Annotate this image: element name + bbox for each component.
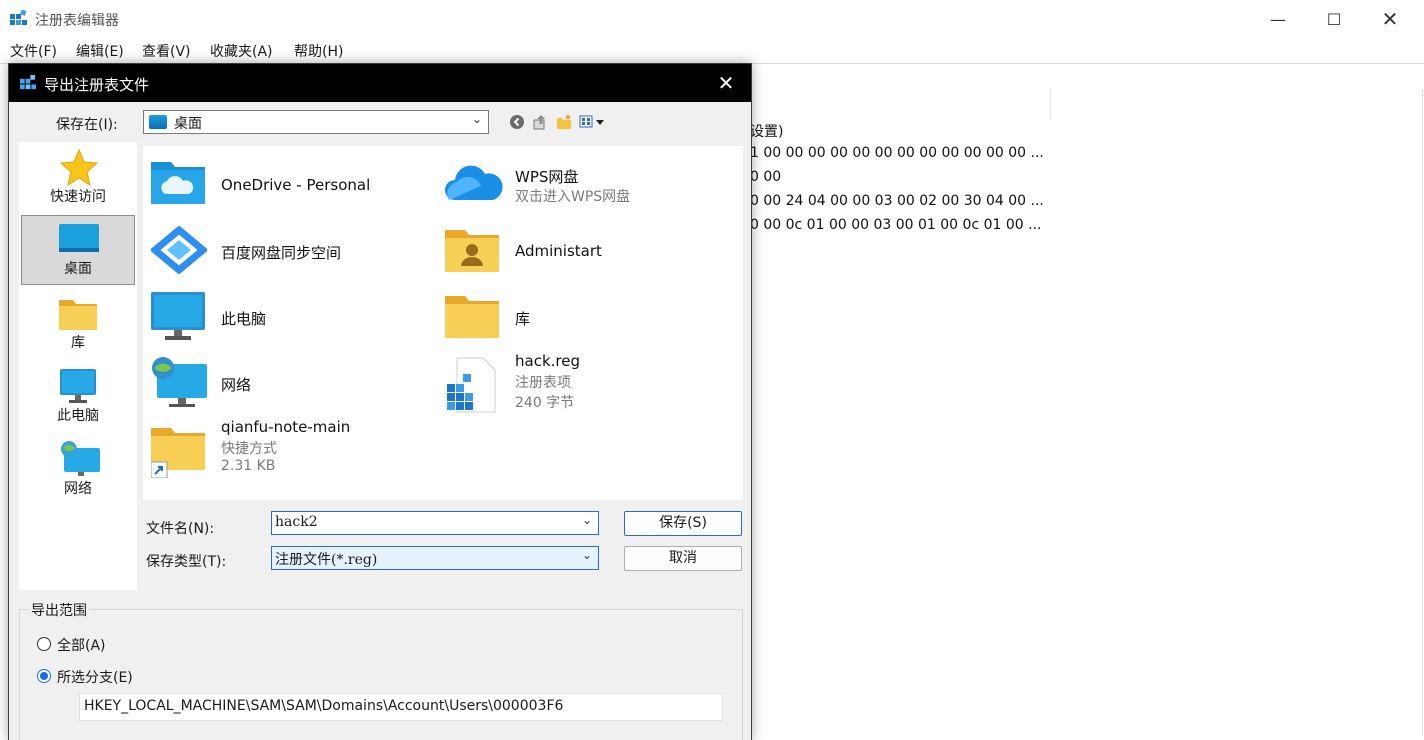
network-icon xyxy=(61,441,100,476)
file-item-this-pc[interactable]: 此电脑 xyxy=(151,286,441,348)
desktop-icon xyxy=(59,224,99,252)
up-folder-icon[interactable] xyxy=(531,113,549,131)
file-item-hack-reg[interactable]: hack.reg 注册表项 240 字节 xyxy=(445,352,735,414)
file-item-onedrive[interactable]: OneDrive - Personal xyxy=(151,154,441,216)
value-data-line: 0 00 24 04 00 00 03 00 02 00 30 04 00 ..… xyxy=(750,193,1044,209)
star-icon xyxy=(60,148,98,186)
user-folder-icon xyxy=(445,230,499,272)
file-item-administart[interactable]: Administart xyxy=(445,220,735,282)
file-subtitle: 双击进入WPS网盘 xyxy=(515,189,631,205)
menu-help[interactable]: 帮助(H) xyxy=(294,41,343,61)
menu-favorites[interactable]: 收藏夹(A) xyxy=(210,41,273,61)
value-data-line: 0 00 0c 01 00 00 03 00 01 00 0c 01 00 ..… xyxy=(750,217,1042,233)
place-this-pc[interactable]: 此电脑 xyxy=(21,361,135,431)
wps-cloud-icon xyxy=(445,165,503,200)
place-label: 此电脑 xyxy=(57,408,99,424)
place-quick-access[interactable]: 快速访问 xyxy=(21,142,135,212)
library-folder-icon xyxy=(445,296,499,338)
place-network[interactable]: 网络 xyxy=(21,434,135,504)
desktop-icon xyxy=(149,115,167,129)
place-label: 快速访问 xyxy=(50,189,106,205)
save-button[interactable]: 保存(S) xyxy=(624,511,742,536)
place-desktop[interactable]: 桌面 xyxy=(21,215,135,285)
chevron-down-icon[interactable]: ⌄ xyxy=(582,513,592,527)
place-library[interactable]: 库 xyxy=(21,288,135,358)
radio-selected-branch-label[interactable]: 所选分支(E) xyxy=(57,667,133,687)
file-name: Administart xyxy=(515,242,602,260)
file-name: OneDrive - Personal xyxy=(221,176,371,194)
cancel-button[interactable]: 取消 xyxy=(624,546,742,571)
file-item-network[interactable]: 网络 xyxy=(151,352,441,414)
place-label: 桌面 xyxy=(64,261,92,277)
view-menu-icon[interactable] xyxy=(579,113,607,131)
radio-all[interactable] xyxy=(37,637,51,651)
menu-view[interactable]: 查看(V) xyxy=(142,41,191,61)
filetype-select[interactable]: 注册文件(*.reg) ⌄ xyxy=(271,546,599,570)
chevron-down-icon: ⌄ xyxy=(471,112,482,126)
save-in-dropdown[interactable]: 桌面 ⌄ xyxy=(143,110,489,134)
places-bar: 快速访问 桌面 库 此电脑 网络 xyxy=(19,142,137,590)
value-list-pane[interactable] xyxy=(750,90,1423,736)
network-icon xyxy=(152,357,207,407)
export-dialog: 导出注册表文件 ✕ 保存在(I): 桌面 ⌄ 快速访问 桌面 库 此电脑 网络 … xyxy=(8,63,752,740)
file-item-baidu[interactable]: 百度网盘同步空间 xyxy=(151,220,441,282)
file-size: 240 字节 xyxy=(515,395,575,411)
file-type: 注册表项 xyxy=(515,375,571,391)
computer-icon xyxy=(60,369,96,403)
radio-selected-branch[interactable] xyxy=(37,669,51,683)
file-name: 库 xyxy=(515,310,531,328)
file-name: 网络 xyxy=(221,376,252,394)
file-name: WPS网盘 xyxy=(515,168,579,186)
chevron-down-icon[interactable]: ⌄ xyxy=(582,548,592,562)
menu-edit[interactable]: 编辑(E) xyxy=(76,41,124,61)
file-size: 2.31 KB xyxy=(221,458,276,474)
maximize-button[interactable]: ☐ xyxy=(1306,0,1362,38)
branch-path-input[interactable]: HKEY_LOCAL_MACHINE\SAM\SAM\Domains\Accou… xyxy=(79,693,723,721)
dialog-close-icon[interactable]: ✕ xyxy=(715,72,737,94)
save-in-value: 桌面 xyxy=(174,116,202,132)
file-type: 快捷方式 xyxy=(221,441,277,457)
radio-all-label[interactable]: 全部(A) xyxy=(57,635,106,655)
filename-value: hack2 xyxy=(275,514,318,530)
place-label: 网络 xyxy=(64,481,92,497)
file-item-qianfu-note-main[interactable]: qianfu-note-main 快捷方式 2.31 KB xyxy=(151,418,441,480)
regedit-app-icon xyxy=(10,10,27,25)
file-name: 百度网盘同步空间 xyxy=(221,244,342,262)
file-name: hack.reg xyxy=(515,352,580,370)
file-name: qianfu-note-main xyxy=(221,418,351,436)
export-range-label: 导出范围 xyxy=(29,600,89,620)
menu-file[interactable]: 文件(F) xyxy=(10,41,57,61)
close-button[interactable]: ✕ xyxy=(1362,0,1418,38)
registry-file-icon xyxy=(447,357,496,413)
regedit-dialog-icon xyxy=(20,75,37,90)
onedrive-folder-icon xyxy=(151,162,205,204)
file-item-wps[interactable]: WPS网盘 双击进入WPS网盘 xyxy=(445,154,735,216)
save-in-label: 保存在(I): xyxy=(56,117,118,133)
value-data-line: 设置) xyxy=(750,124,784,140)
file-item-library[interactable]: 库 xyxy=(445,286,735,348)
app-title: 注册表编辑器 xyxy=(35,13,119,29)
filename-input[interactable]: hack2 ⌄ xyxy=(271,511,599,535)
value-data-line: 0 00 xyxy=(750,169,782,185)
file-list[interactable]: OneDrive - Personal WPS网盘 双击进入WPS网盘 百度网盘… xyxy=(143,146,743,500)
column-divider[interactable] xyxy=(1050,90,1051,118)
filename-label: 文件名(N): xyxy=(146,521,215,537)
minimize-button[interactable]: — xyxy=(1250,0,1306,38)
new-folder-icon[interactable] xyxy=(555,113,573,131)
library-folder-icon xyxy=(59,300,97,330)
baidu-netdisk-icon xyxy=(151,226,207,274)
value-data-line: 1 00 00 00 00 00 00 00 00 00 00 00 00 ..… xyxy=(750,145,1044,161)
filetype-value: 注册文件(*.reg) xyxy=(275,552,378,568)
main-titlebar xyxy=(0,0,1424,38)
back-icon[interactable] xyxy=(508,113,526,131)
place-label: 库 xyxy=(71,335,85,351)
filetype-label: 保存类型(T): xyxy=(146,554,227,570)
dialog-title: 导出注册表文件 xyxy=(44,76,150,94)
computer-icon xyxy=(151,292,205,340)
file-name: 此电脑 xyxy=(221,310,267,328)
shortcut-folder-icon xyxy=(151,428,205,478)
